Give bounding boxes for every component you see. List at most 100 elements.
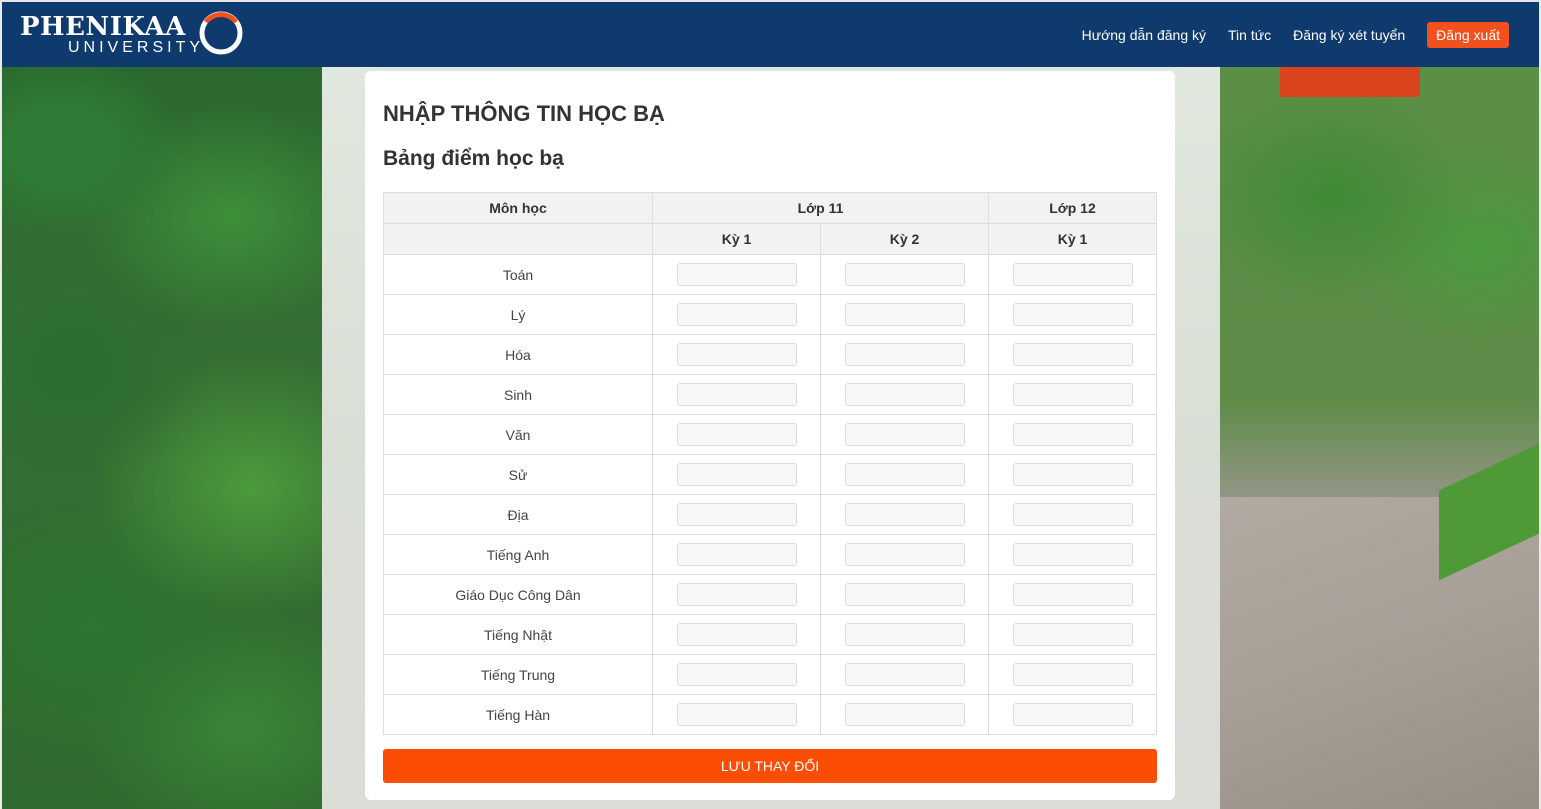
transcript-form-card: NHẬP THÔNG TIN HỌC BẠ Bảng điểm học bạ M… (365, 71, 1175, 800)
nav-news[interactable]: Tin tức (1228, 27, 1271, 43)
score-cell (988, 654, 1157, 695)
score-cell (988, 694, 1157, 735)
logout-button[interactable]: Đăng xuất (1427, 21, 1509, 48)
score-cell (652, 254, 821, 295)
score-input-tieng-anh-g12-term1[interactable] (1012, 543, 1133, 566)
score-cell (652, 574, 821, 615)
score-input-sinh-g11-term1[interactable] (676, 383, 797, 406)
table-row: Giáo Dục Công Dân (383, 574, 1157, 615)
score-input-hoa-g12-term1[interactable] (1012, 343, 1133, 366)
score-input-tieng-han-g12-term1[interactable] (1012, 703, 1133, 726)
score-cell (988, 534, 1157, 575)
nav-admission-register[interactable]: Đăng ký xét tuyển (1293, 27, 1405, 43)
nav-registration-guide[interactable]: Hướng dẫn đăng ký (1082, 27, 1206, 43)
table-row: Tiếng Trung (383, 654, 1157, 695)
subject-label: Tiếng Hàn (383, 694, 653, 735)
main-nav: Hướng dẫn đăng ký Tin tức Đăng ký xét tu… (1060, 2, 1509, 67)
score-input-tieng-han-g11-term2[interactable] (844, 703, 965, 726)
score-input-tieng-han-g11-term1[interactable] (676, 703, 797, 726)
score-cell (652, 454, 821, 495)
header-grade-12: Lớp 12 (988, 192, 1157, 224)
score-input-hoa-g11-term1[interactable] (676, 343, 797, 366)
page-title: NHẬP THÔNG TIN HỌC BẠ (383, 101, 665, 126)
score-input-su-g11-term2[interactable] (844, 463, 965, 486)
score-input-tieng-anh-g11-term2[interactable] (844, 543, 965, 566)
score-input-giao-duc-cong-dan-g11-term1[interactable] (676, 583, 797, 606)
score-input-hoa-g11-term2[interactable] (844, 343, 965, 366)
table-row: Toán (383, 254, 1157, 295)
score-input-van-g11-term1[interactable] (676, 423, 797, 446)
score-input-tieng-nhat-g11-term2[interactable] (844, 623, 965, 646)
table-row: Sinh (383, 374, 1157, 415)
score-input-van-g11-term2[interactable] (844, 423, 965, 446)
header-empty (383, 223, 653, 255)
header-g11-term2: Kỳ 2 (820, 223, 989, 255)
score-cell (820, 694, 989, 735)
subject-label: Giáo Dục Công Dân (383, 574, 653, 615)
score-input-dia-g12-term1[interactable] (1012, 503, 1133, 526)
score-input-dia-g11-term2[interactable] (844, 503, 965, 526)
grades-body: Toán Lý Hóa Sinh Văn Sử Địa Tiếng Anh Giáo Dục C… (383, 254, 1157, 735)
score-input-giao-duc-cong-dan-g11-term2[interactable] (844, 583, 965, 606)
score-input-ly-g11-term1[interactable] (676, 303, 797, 326)
score-cell (820, 294, 989, 335)
score-cell (820, 254, 989, 295)
background-campus-right (1220, 67, 1539, 809)
score-cell (820, 374, 989, 415)
score-cell (652, 374, 821, 415)
score-input-toan-g11-term2[interactable] (844, 263, 965, 286)
subject-label: Lý (383, 294, 653, 335)
score-input-tieng-trung-g11-term1[interactable] (676, 663, 797, 686)
subject-label: Tiếng Anh (383, 534, 653, 575)
subject-label: Địa (383, 494, 653, 535)
score-input-sinh-g12-term1[interactable] (1012, 383, 1133, 406)
score-input-su-g12-term1[interactable] (1012, 463, 1133, 486)
brand-subtitle: UNIVERSITY (68, 39, 205, 56)
score-input-dia-g11-term1[interactable] (676, 503, 797, 526)
header-g12-term1: Kỳ 1 (988, 223, 1157, 255)
score-input-su-g11-term1[interactable] (676, 463, 797, 486)
table-row: Sử (383, 454, 1157, 495)
grades-table: Môn học Lớp 11 Lớp 12 Kỳ 1 Kỳ 2 Kỳ 1 Toá… (383, 192, 1157, 735)
subject-label: Hóa (383, 334, 653, 375)
header-subject: Môn học (383, 192, 653, 224)
score-cell (820, 534, 989, 575)
score-input-ly-g11-term2[interactable] (844, 303, 965, 326)
score-input-giao-duc-cong-dan-g12-term1[interactable] (1012, 583, 1133, 606)
score-cell (652, 614, 821, 655)
save-changes-button[interactable]: LƯU THAY ĐỔI (383, 749, 1157, 783)
score-cell (820, 614, 989, 655)
section-title: Bảng điểm học bạ (383, 147, 564, 170)
table-row: Lý (383, 294, 1157, 335)
header-grade-11: Lớp 11 (652, 192, 989, 224)
score-input-tieng-nhat-g12-term1[interactable] (1012, 623, 1133, 646)
subject-label: Toán (383, 254, 653, 295)
table-row: Hóa (383, 334, 1157, 375)
score-cell (820, 654, 989, 695)
table-row: Tiếng Hàn (383, 694, 1157, 735)
score-cell (820, 454, 989, 495)
score-cell (652, 294, 821, 335)
score-input-toan-g11-term1[interactable] (676, 263, 797, 286)
score-cell (988, 614, 1157, 655)
score-cell (820, 494, 989, 535)
score-cell (652, 694, 821, 735)
score-cell (652, 534, 821, 575)
score-input-tieng-trung-g12-term1[interactable] (1012, 663, 1133, 686)
score-input-ly-g12-term1[interactable] (1012, 303, 1133, 326)
score-input-tieng-nhat-g11-term1[interactable] (676, 623, 797, 646)
score-input-toan-g12-term1[interactable] (1012, 263, 1133, 286)
score-cell (988, 374, 1157, 415)
background-building (1280, 67, 1420, 97)
brand-name: PHENIKAA (20, 12, 186, 42)
score-input-tieng-anh-g11-term1[interactable] (676, 543, 797, 566)
score-cell (988, 454, 1157, 495)
brand-logo[interactable]: PHENIKAA UNIVERSITY (20, 10, 250, 62)
score-input-van-g12-term1[interactable] (1012, 423, 1133, 446)
score-cell (820, 574, 989, 615)
table-row: Văn (383, 414, 1157, 455)
score-input-sinh-g11-term2[interactable] (844, 383, 965, 406)
subject-label: Văn (383, 414, 653, 455)
score-cell (988, 414, 1157, 455)
score-input-tieng-trung-g11-term2[interactable] (844, 663, 965, 686)
